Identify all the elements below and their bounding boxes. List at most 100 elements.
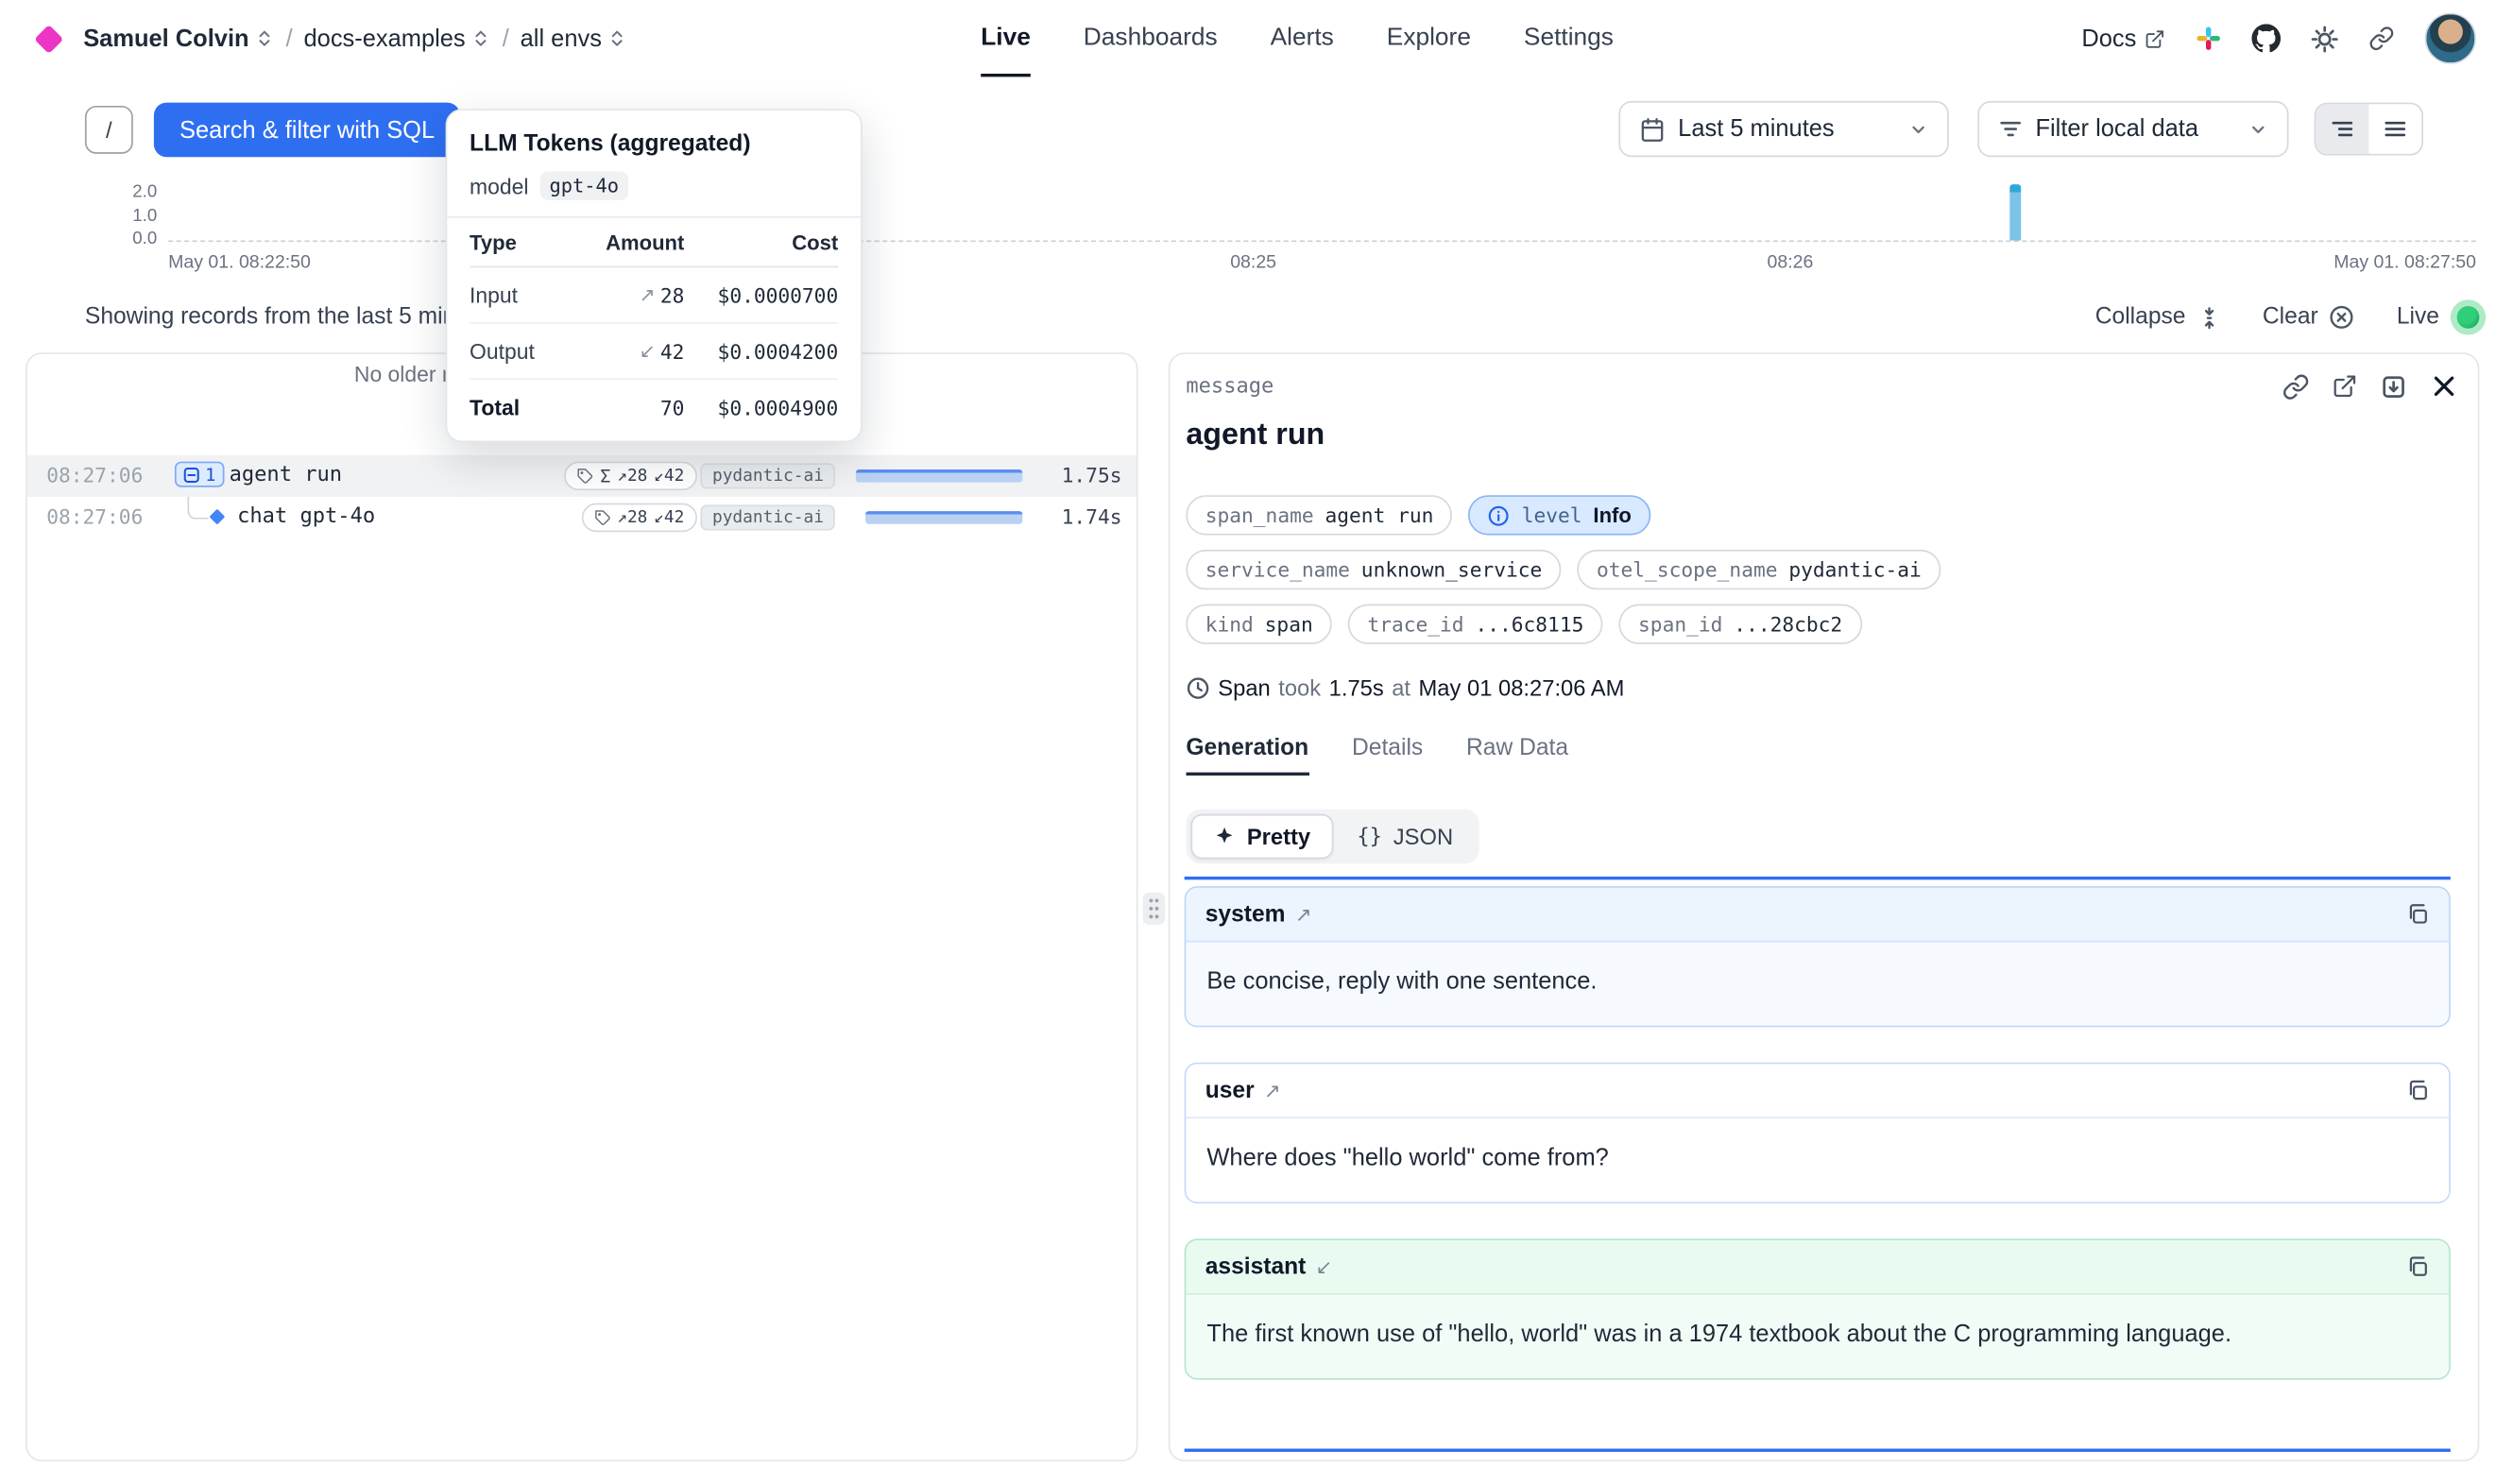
status-row: Showing records from the last 5 minutes … [0,295,2513,340]
attr-service-name: service_name unknown_service [1186,550,1561,589]
slack-icon[interactable] [2196,26,2221,51]
braces-icon: {} [1357,825,1382,848]
role-label: user [1205,1078,1255,1103]
clear-circle-x-icon [2330,304,2355,330]
tokens-out: ↙42 [654,467,684,486]
github-icon[interactable] [2251,24,2281,53]
detail-header: message [1186,367,2458,405]
y-tick: 2.0 [93,182,157,201]
scope-badge: pydantic-ai [701,504,835,530]
time-range-dropdown[interactable]: Last 5 minutes [1618,101,1948,157]
flat-view-toggle[interactable] [2368,104,2421,154]
tab-dashboards[interactable]: Dashboards [1084,0,1218,77]
x-tick: 08:26 [1726,253,1855,272]
docs-link[interactable]: Docs [2081,25,2165,52]
external-link-icon [2145,28,2165,49]
children-count: 1 [205,464,215,485]
pretty-toggle[interactable]: Pretty [1190,814,1332,860]
role-label: assistant [1205,1254,1307,1279]
trace-row-chat-gpt-4o[interactable]: 08:27:06 chat gpt-4o ↗28 ↙42 pydantic-ai… [27,497,1137,538]
info-icon [1488,504,1511,527]
token-usage-chip: ↗28 ↙42 [581,503,697,533]
timing-word: at [1392,674,1410,700]
copy-icon[interactable] [2405,902,2429,926]
y-tick: 0.0 [93,230,157,248]
tab-generation[interactable]: Generation [1186,736,1308,776]
pretty-label: Pretty [1247,824,1310,849]
org-switcher[interactable]: Samuel Colvin [83,25,274,52]
col-cost: Cost [792,230,838,253]
tab-live[interactable]: Live [981,0,1031,77]
attribute-pills: span_name agent run level Info service_n… [1186,495,1940,658]
copy-icon[interactable] [2405,1254,2429,1278]
timing-timestamp: May 01 08:27:06 AM [1419,674,1625,700]
clock-icon [1186,675,1209,699]
duration-label: 1.75s [1062,455,1122,497]
project-switcher[interactable]: docs-examples [304,25,491,52]
live-label: Live [2397,304,2439,330]
trace-row-agent-run[interactable]: 08:27:06 1 agent run Σ ↗28 ↙42 pydantic-… [27,455,1137,497]
y-tick: 1.0 [93,207,157,226]
span-detail-panel: message agent run span_name [1169,352,2480,1461]
trace-timestamp: 08:27:06 [46,497,143,538]
chevron-up-down-icon [608,29,627,48]
message-text: The first known use of "hello, world" wa… [1186,1295,2449,1378]
clear-label: Clear [2263,304,2318,330]
message-card-user: user ↗ Where does "hello world" come fro… [1185,1063,2451,1203]
live-indicator-icon [2451,299,2486,334]
panel-resize-handle[interactable] [1143,893,1166,925]
duration-bar [856,469,1022,483]
x-tick: May 01. 08:22:50 [168,253,311,272]
records-histogram[interactable]: 2.0 1.0 0.0 May 01. 08:22:50 08:25 08:26… [0,173,2513,285]
chevron-down-icon [1908,119,1927,138]
toolbar: / Search & filter with SQL Last 5 minute… [0,99,2513,163]
collapse-button[interactable]: Collapse [2095,304,2221,330]
trace-list-panel: No older records 08:27:06 1 agent run Σ … [26,352,1137,1461]
slash-shortcut-key[interactable]: / [85,106,133,154]
tree-view-toggle[interactable] [2316,104,2368,154]
span-title: agent run [1186,418,1325,453]
save-view-icon[interactable] [2380,372,2407,400]
scroll-bottom-rule [1185,1449,2451,1452]
direction-arrow-icon: ↗ [1295,902,1312,926]
share-link-icon[interactable] [2368,26,2394,51]
nav-utilities: Docs [2081,0,2476,77]
message-card-assistant: assistant ↙ The first known use of "hell… [1185,1238,2451,1379]
showing-records-label: Showing records from the last 5 minutes [85,295,500,340]
out-arrow-icon: ↙ [640,340,656,363]
message-list: system ↗ Be concise, reply with one sent… [1185,886,2451,1415]
clear-button[interactable]: Clear [2263,304,2355,330]
message-text: Where does "hello world" come from? [1186,1118,2449,1202]
children-count-badge[interactable]: 1 [175,462,224,487]
search-filter-button[interactable]: Search & filter with SQL [154,103,460,158]
logfire-app: Samuel Colvin / docs-examples / all envs [0,0,2513,1484]
col-type: Type [470,230,578,253]
timing-word: Span [1218,674,1270,700]
user-avatar[interactable] [2425,13,2476,64]
span-name-label: agent run [230,455,343,497]
duration-label: 1.74s [1062,497,1122,538]
filter-local-data-dropdown[interactable]: Filter local data [1977,101,2288,157]
json-toggle[interactable]: {} JSON [1336,814,1474,860]
breadcrumb-separator: / [503,25,509,52]
copy-icon[interactable] [2405,1079,2429,1102]
tab-explore[interactable]: Explore [1387,0,1471,77]
collapse-label: Collapse [2095,304,2186,330]
tab-settings[interactable]: Settings [1524,0,1614,77]
direction-arrow-icon: ↗ [1264,1079,1281,1102]
token-usage-chip: Σ ↗28 ↙42 [564,462,697,491]
sigma-glyph: Σ [600,466,610,486]
chevron-down-icon [2248,119,2267,138]
live-toggle[interactable]: Live [2397,299,2486,334]
tab-alerts[interactable]: Alerts [1271,0,1334,77]
theme-toggle-sun-icon[interactable] [2311,25,2338,52]
tokens-out: ↙42 [654,508,684,527]
tab-details[interactable]: Details [1352,736,1423,776]
tree-connector [187,497,208,520]
tab-raw-data[interactable]: Raw Data [1466,736,1568,776]
env-switcher[interactable]: all envs [521,25,627,52]
attr-kind: kind span [1186,605,1332,644]
close-icon[interactable] [2430,372,2459,401]
open-in-new-icon[interactable] [2332,373,2357,399]
copy-link-icon[interactable] [2282,372,2310,400]
